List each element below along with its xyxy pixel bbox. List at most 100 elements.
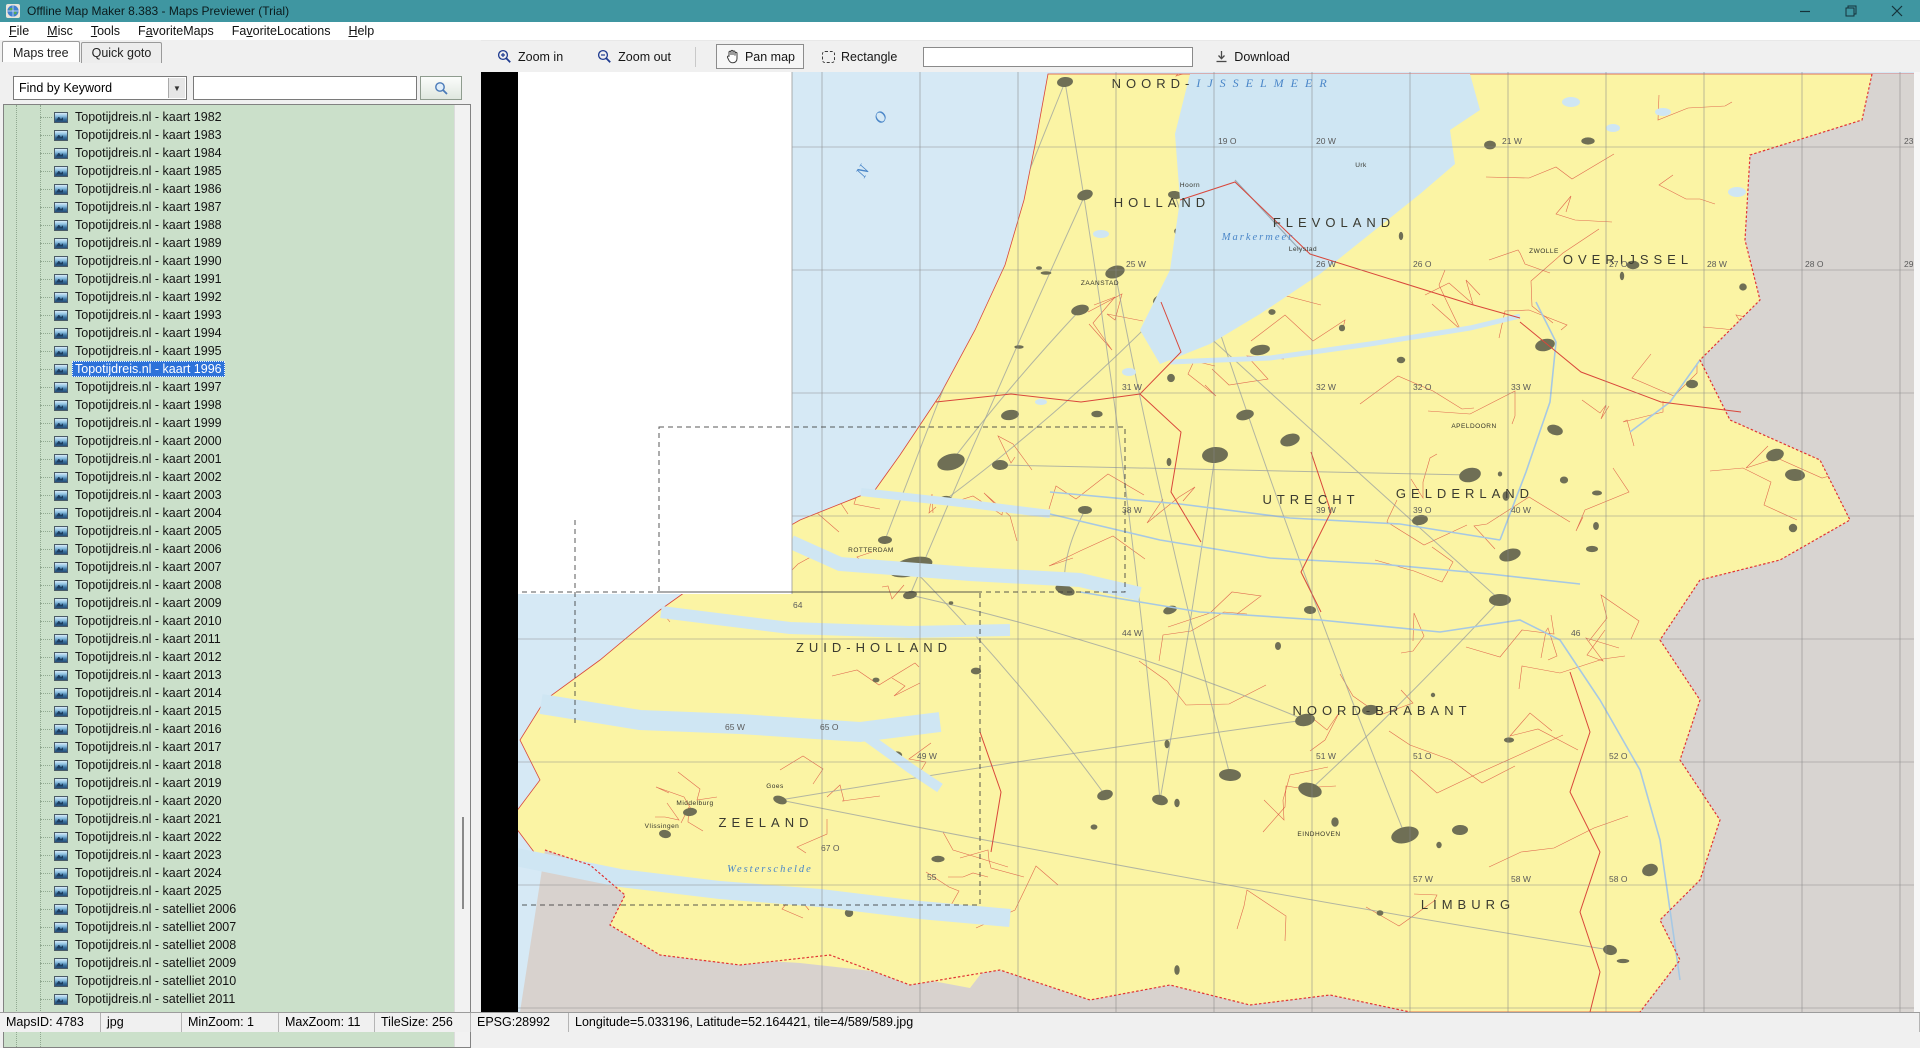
- tree-item[interactable]: Topotijdreis.nl - kaart 1991: [4, 270, 454, 288]
- map-label: NOORD-: [1112, 76, 1195, 91]
- tree-item[interactable]: Topotijdreis.nl - kaart 2003: [4, 486, 454, 504]
- map-scrollbar[interactable]: [1914, 72, 1920, 1012]
- tree-item[interactable]: Topotijdreis.nl - kaart 2014: [4, 684, 454, 702]
- tree-item[interactable]: Topotijdreis.nl - kaart 1988: [4, 216, 454, 234]
- tree-item[interactable]: Topotijdreis.nl - kaart 2017: [4, 738, 454, 756]
- tree-connector: [40, 459, 52, 460]
- tree-item[interactable]: Topotijdreis.nl - kaart 1992: [4, 288, 454, 306]
- menu-item-file[interactable]: File: [0, 23, 38, 39]
- tree-item[interactable]: Topotijdreis.nl - kaart 2022: [4, 828, 454, 846]
- menu-item-favoritemaps[interactable]: FavoriteMaps: [129, 23, 223, 39]
- tree-item[interactable]: Topotijdreis.nl - satelliet 2008: [4, 936, 454, 954]
- zoom-in-button[interactable]: Zoom in: [489, 45, 571, 68]
- tree-item[interactable]: Topotijdreis.nl - kaart 2024: [4, 864, 454, 882]
- tree-item[interactable]: Topotijdreis.nl - kaart 2023: [4, 846, 454, 864]
- tree-item[interactable]: Topotijdreis.nl - kaart 1998: [4, 396, 454, 414]
- rectangle-button[interactable]: Rectangle: [814, 46, 905, 68]
- tree-item[interactable]: Topotijdreis.nl - kaart 2001: [4, 450, 454, 468]
- map-layer-icon: [54, 850, 68, 861]
- tree-item[interactable]: Topotijdreis.nl - kaart 1996: [4, 360, 454, 378]
- download-icon: [1215, 50, 1228, 64]
- tree-item[interactable]: Topotijdreis.nl - kaart 2010: [4, 612, 454, 630]
- close-button[interactable]: [1874, 0, 1920, 22]
- tree-item[interactable]: Topotijdreis.nl - satelliet 2011: [4, 990, 454, 1008]
- tree-connector: [40, 333, 52, 334]
- map-label: GELDERLAND: [1396, 486, 1534, 501]
- tree-scrollbar[interactable]: [454, 105, 470, 1047]
- map-label: Westerschelde: [727, 864, 813, 875]
- tree-connector: [40, 603, 52, 604]
- pan-map-button[interactable]: Pan map: [716, 44, 804, 69]
- tree-item[interactable]: Topotijdreis.nl - kaart 1993: [4, 306, 454, 324]
- coordinates-input[interactable]: [923, 47, 1193, 67]
- tree-item[interactable]: Topotijdreis.nl - kaart 2020: [4, 792, 454, 810]
- menu-item-help[interactable]: Help: [339, 23, 383, 39]
- tree-item[interactable]: Topotijdreis.nl - kaart 2009: [4, 594, 454, 612]
- minimize-button[interactable]: [1782, 0, 1828, 22]
- tree-item-label: Topotijdreis.nl - kaart 1997: [72, 379, 225, 395]
- map-label: 31 W: [1122, 382, 1142, 392]
- search-input[interactable]: [193, 76, 417, 100]
- tree-item[interactable]: Topotijdreis.nl - satelliet 2007: [4, 918, 454, 936]
- map-toolbar: Zoom in Zoom out Pan map Rectangle: [481, 40, 1920, 72]
- tree-connector: [40, 801, 52, 802]
- tab-maps-tree[interactable]: Maps tree: [2, 41, 80, 62]
- tree-item[interactable]: Topotijdreis.nl - kaart 1983: [4, 126, 454, 144]
- search-mode-select[interactable]: Find by Keyword ▼: [13, 76, 187, 100]
- tree-item[interactable]: Topotijdreis.nl - kaart 2021: [4, 810, 454, 828]
- tree-item[interactable]: Topotijdreis.nl - kaart 2019: [4, 774, 454, 792]
- tab-quick-goto[interactable]: Quick goto: [81, 42, 163, 63]
- tree-item[interactable]: Topotijdreis.nl - kaart 1990: [4, 252, 454, 270]
- tree-item[interactable]: Topotijdreis.nl - kaart 1999: [4, 414, 454, 432]
- tree-item[interactable]: Topotijdreis.nl - kaart 2012: [4, 648, 454, 666]
- menu-item-favoritelocations[interactable]: FavoriteLocations: [223, 23, 340, 39]
- menu-item-tools[interactable]: Tools: [82, 23, 129, 39]
- tree-item[interactable]: Topotijdreis.nl - satelliet 2010: [4, 972, 454, 990]
- map-layer-icon: [54, 778, 68, 789]
- tree-item[interactable]: Topotijdreis.nl - kaart 2013: [4, 666, 454, 684]
- tree-item[interactable]: Topotijdreis.nl - kaart 2015: [4, 702, 454, 720]
- maximize-button[interactable]: [1828, 0, 1874, 22]
- map-layer-icon: [54, 796, 68, 807]
- tree-item[interactable]: Topotijdreis.nl - kaart 1982: [4, 108, 454, 126]
- download-button[interactable]: Download: [1207, 46, 1298, 68]
- tree-item[interactable]: Topotijdreis.nl - kaart 2025: [4, 882, 454, 900]
- map-label: 25 W: [1126, 259, 1146, 269]
- tree-item-label: Topotijdreis.nl - kaart 1992: [72, 289, 225, 305]
- tree-item-label: Topotijdreis.nl - kaart 2023: [72, 847, 225, 863]
- tree-item-label: Topotijdreis.nl - kaart 2016: [72, 721, 225, 737]
- tree-item[interactable]: Topotijdreis.nl - kaart 2011: [4, 630, 454, 648]
- tree-item[interactable]: Topotijdreis.nl - kaart 2008: [4, 576, 454, 594]
- tree-item[interactable]: Topotijdreis.nl - kaart 2004: [4, 504, 454, 522]
- tree-scrollbar-thumb[interactable]: [462, 817, 464, 909]
- tree-item-label: Topotijdreis.nl - kaart 1983: [72, 127, 225, 143]
- tree-item[interactable]: Topotijdreis.nl - kaart 2016: [4, 720, 454, 738]
- menu-item-misc[interactable]: Misc: [38, 23, 82, 39]
- tree-item[interactable]: Topotijdreis.nl - kaart 1987: [4, 198, 454, 216]
- tree-item[interactable]: Topotijdreis.nl - kaart 1994: [4, 324, 454, 342]
- tree-item-label: Topotijdreis.nl - kaart 1986: [72, 181, 225, 197]
- tree-item[interactable]: Topotijdreis.nl - kaart 1989: [4, 234, 454, 252]
- tree-item[interactable]: Topotijdreis.nl - kaart 2000: [4, 432, 454, 450]
- tree-item[interactable]: Topotijdreis.nl - satelliet 2009: [4, 954, 454, 972]
- tree-item[interactable]: Topotijdreis.nl - kaart 2018: [4, 756, 454, 774]
- tree-item[interactable]: Topotijdreis.nl - kaart 1997: [4, 378, 454, 396]
- chevron-down-icon[interactable]: ▼: [168, 78, 185, 98]
- tree-item[interactable]: Topotijdreis.nl - kaart 2006: [4, 540, 454, 558]
- tree-item-label: Topotijdreis.nl - kaart 2017: [72, 739, 225, 755]
- tree-item[interactable]: Topotijdreis.nl - kaart 1986: [4, 180, 454, 198]
- tree-item[interactable]: Topotijdreis.nl - kaart 1985: [4, 162, 454, 180]
- zoom-out-button[interactable]: Zoom out: [589, 45, 679, 68]
- tree-item[interactable]: Topotijdreis.nl - kaart 2002: [4, 468, 454, 486]
- tree-item[interactable]: Topotijdreis.nl - kaart 1995: [4, 342, 454, 360]
- tree-item[interactable]: Topotijdreis.nl - kaart 2005: [4, 522, 454, 540]
- tree-item[interactable]: Topotijdreis.nl - kaart 2007: [4, 558, 454, 576]
- tree-connector: [40, 549, 52, 550]
- tree-item[interactable]: Topotijdreis.nl - satelliet 2006: [4, 900, 454, 918]
- search-button[interactable]: [420, 76, 462, 100]
- tree-item[interactable]: Topotijdreis.nl - kaart 1984: [4, 144, 454, 162]
- tree-item-label: Topotijdreis.nl - kaart 1998: [72, 397, 225, 413]
- map-viewport[interactable]: ON IJSSELMEERMarkermeerWesterschelde NOO…: [481, 72, 1920, 1012]
- map-layer-icon: [54, 868, 68, 879]
- map-void-strip: [481, 72, 518, 1012]
